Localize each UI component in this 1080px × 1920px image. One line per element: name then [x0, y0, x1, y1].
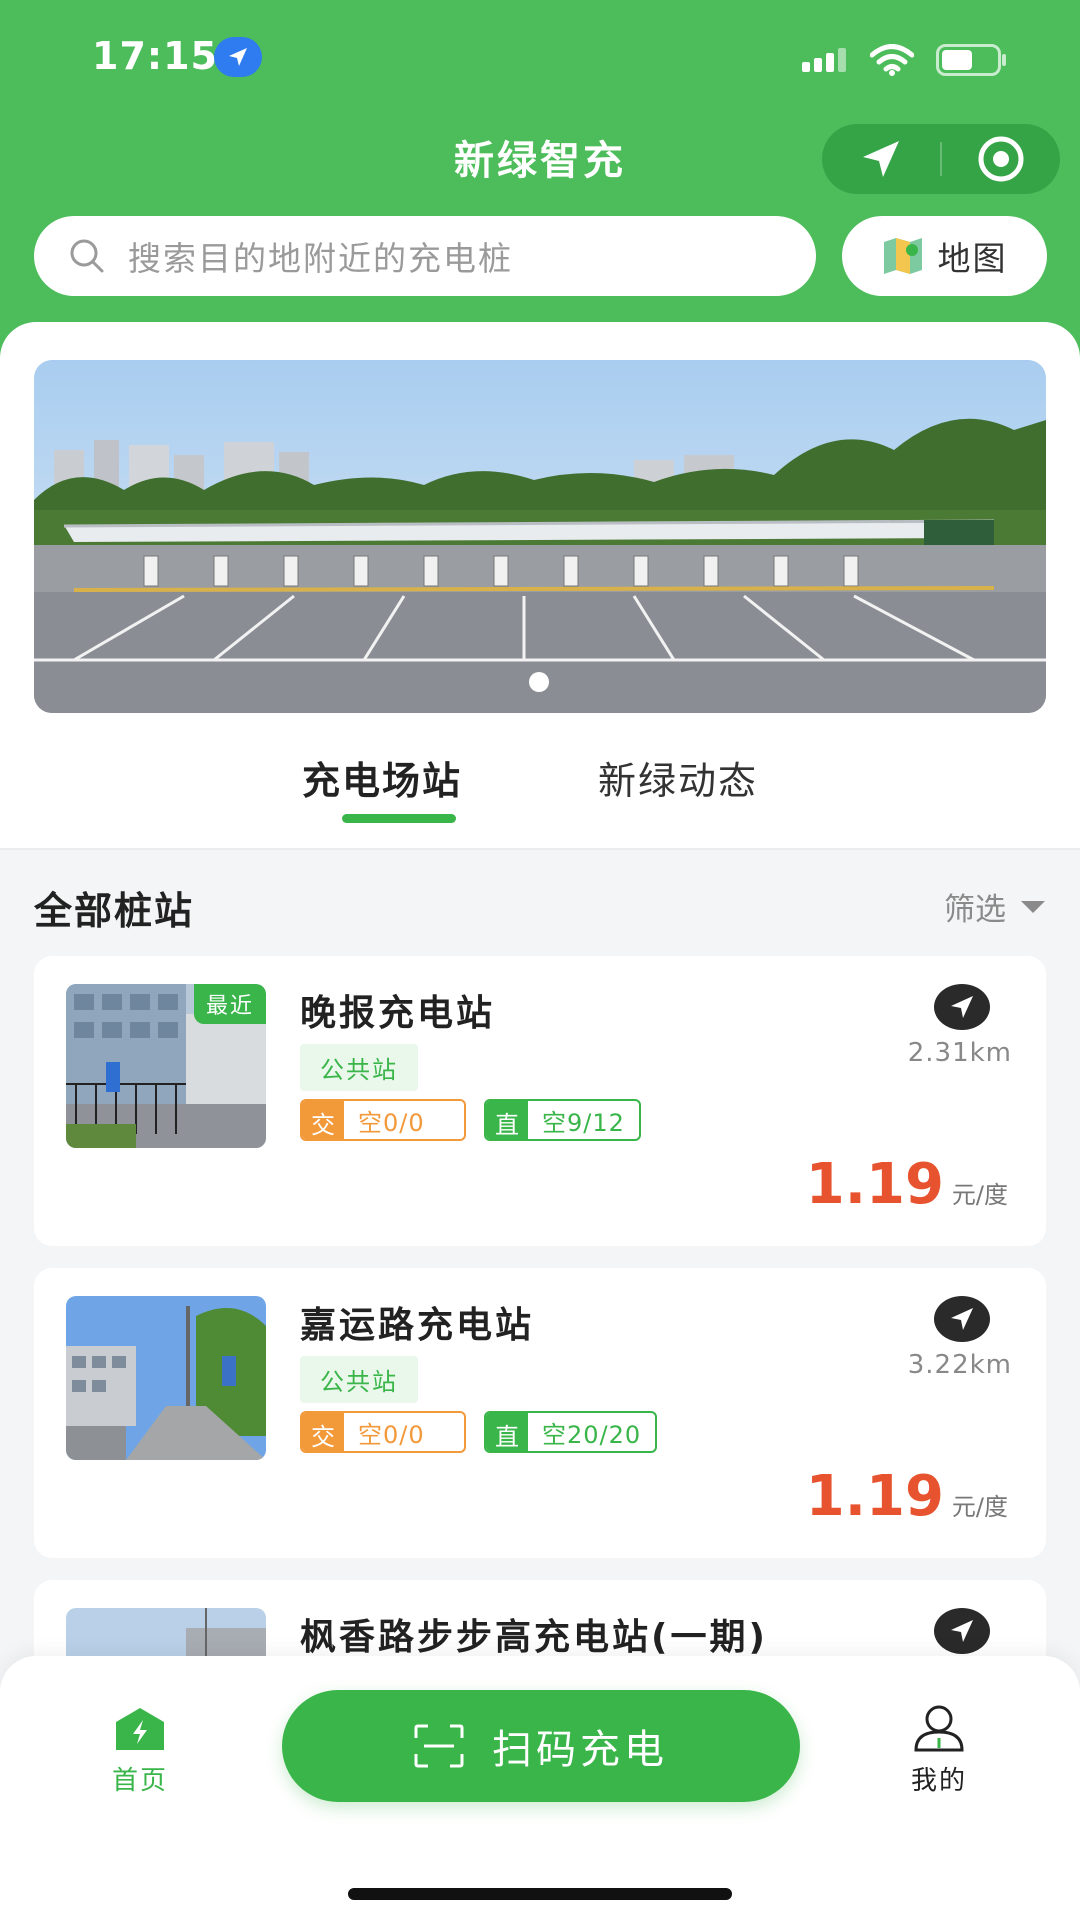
station-card[interactable]: 嘉运路充电站 公共站 交 空0/0 直 空20/20 3.22km 1.19 元…: [34, 1268, 1046, 1558]
dc-value: 空20/20: [542, 1420, 642, 1449]
target-icon: [978, 136, 1024, 182]
filter-label: 筛选: [944, 892, 1006, 928]
section-title: 全部桩站: [34, 889, 195, 933]
scan-icon: [414, 1724, 464, 1768]
price-value: 1.19: [805, 1464, 944, 1529]
home-charge-icon: [116, 1708, 164, 1750]
dc-key: 直: [486, 1101, 528, 1139]
map-label: 地图: [937, 239, 1008, 278]
station-card[interactable]: 最近 晚报充电站 公共站 交 空0/0 直 空9/12 2.31km 1.19 …: [34, 956, 1046, 1246]
close-target-button[interactable]: [942, 124, 1060, 194]
station-price: 1.19 元/度: [806, 1152, 1008, 1217]
status-time: 17:15: [92, 34, 218, 78]
wifi-icon: [870, 44, 914, 76]
station-type-tag: 公共站: [300, 1044, 418, 1091]
station-distance: 3.22km: [907, 1350, 1012, 1380]
nav-mine[interactable]: 我的: [906, 1704, 972, 1797]
search-input[interactable]: 搜索目的地附近的充电桩: [34, 216, 816, 296]
map-button[interactable]: 地图: [842, 216, 1047, 296]
user-icon: [914, 1705, 964, 1752]
price-unit: 元/度: [951, 1181, 1008, 1209]
price-value: 1.19: [805, 1152, 944, 1217]
navigate-button[interactable]: [934, 984, 990, 1030]
station-photo: [66, 1296, 266, 1460]
station-name: 嘉运路充电站: [300, 1305, 535, 1346]
search-placeholder: 搜索目的地附近的充电桩: [128, 239, 513, 278]
navigate-button[interactable]: [934, 1608, 990, 1654]
nav-home[interactable]: 首页: [110, 1706, 170, 1797]
dc-pile-status: 直 空20/20: [484, 1411, 658, 1453]
station-thumbnail: [66, 1296, 266, 1460]
station-name: 枫香路步步高充电站(一期): [300, 1617, 768, 1658]
station-distance: 2.31km: [907, 1038, 1012, 1068]
carousel-indicator-dot[interactable]: [529, 672, 549, 692]
status-indicators: [802, 44, 1008, 76]
navigation-arrow-icon: [951, 1308, 973, 1330]
ac-key: 交: [302, 1413, 344, 1451]
dc-key: 直: [486, 1413, 528, 1451]
dc-value: 空9/12: [542, 1108, 625, 1137]
location-services-icon: [214, 37, 262, 77]
search-icon: [70, 239, 104, 273]
nav-mine-label: 我的: [910, 1766, 967, 1796]
scan-charge-label: 扫码充电: [492, 1727, 668, 1773]
navigation-arrow-icon: [863, 141, 899, 177]
recent-tag: 最近: [193, 984, 266, 1024]
station-name: 晚报充电站: [300, 993, 496, 1034]
location-arrow-button[interactable]: [822, 124, 940, 194]
filter-button[interactable]: 筛选: [944, 884, 1046, 929]
dc-pile-status: 直 空9/12: [484, 1099, 641, 1141]
battery-icon: [936, 44, 1006, 76]
nav-home-label: 首页: [111, 1766, 168, 1796]
ac-value: 空0/0: [358, 1108, 425, 1137]
banner-image: [34, 360, 1046, 713]
tab-bar: 充电场站 新绿动态: [0, 740, 1080, 850]
navigation-arrow-icon: [951, 1620, 973, 1642]
ac-pile-status: 交 空0/0: [300, 1411, 466, 1453]
ac-value: 空0/0: [358, 1420, 425, 1449]
status-bar: 17:15: [0, 0, 1080, 120]
caret-down-icon: [1021, 900, 1045, 913]
active-tab-underline: [342, 814, 456, 823]
scan-charge-button[interactable]: 扫码充电: [282, 1690, 800, 1802]
tab-charging-stations[interactable]: 充电场站: [302, 750, 462, 805]
ac-pile-status: 交 空0/0: [300, 1099, 466, 1141]
navigate-button[interactable]: [934, 1296, 990, 1342]
signal-icon: [802, 48, 846, 72]
station-type-tag: 公共站: [300, 1356, 418, 1403]
ac-key: 交: [302, 1101, 344, 1139]
station-price: 1.19 元/度: [806, 1464, 1008, 1529]
price-unit: 元/度: [951, 1493, 1008, 1521]
map-icon: [883, 238, 922, 274]
home-indicator[interactable]: [348, 1888, 732, 1900]
banner-carousel[interactable]: [34, 360, 1046, 713]
divider: [0, 848, 1080, 850]
miniprogram-capsule: [822, 124, 1060, 194]
navigation-arrow-icon: [951, 996, 973, 1018]
station-thumbnail: 最近: [66, 984, 266, 1148]
tab-news[interactable]: 新绿动态: [598, 750, 758, 805]
